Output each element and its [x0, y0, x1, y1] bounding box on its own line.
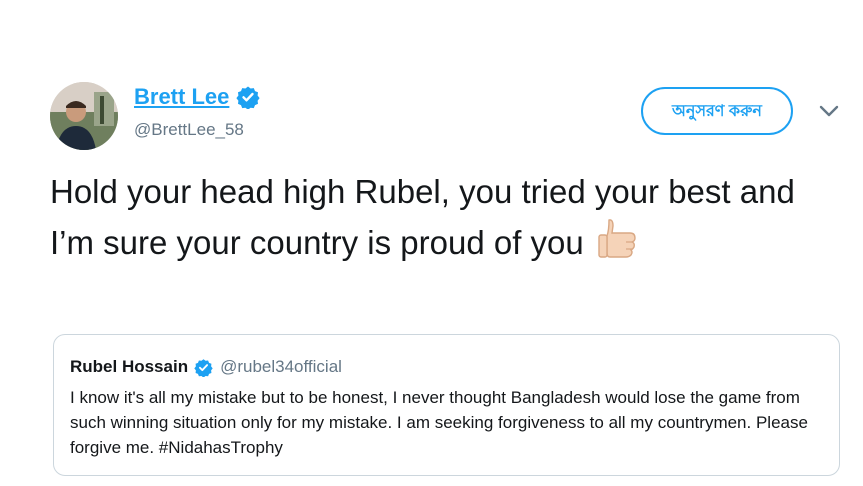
tweet-body: Hold your head high Rubel, you tried you… — [50, 173, 795, 261]
author-handle[interactable]: @BrettLee_58 — [134, 120, 244, 140]
quoted-author-handle: @rubel34official — [220, 357, 342, 376]
follow-button[interactable]: অনুসরণ করুন — [641, 87, 793, 135]
quoted-tweet-header: Rubel Hossain @rubel34official — [70, 357, 342, 377]
quoted-author-name: Rubel Hossain — [70, 357, 189, 376]
tweet-card: Brett Lee @BrettLee_58 অনুসরণ করুন Hold … — [0, 0, 863, 486]
avatar-photo — [50, 82, 118, 150]
author-name-row: Brett Lee — [134, 84, 260, 110]
chevron-down-icon[interactable] — [818, 104, 840, 118]
verified-badge-icon — [236, 86, 260, 109]
avatar[interactable] — [50, 82, 118, 150]
tweet-text: Hold your head high Rubel, you tried you… — [50, 168, 820, 267]
quoted-tweet[interactable]: Rubel Hossain @rubel34official I know it… — [53, 334, 840, 476]
author-display-name[interactable]: Brett Lee — [134, 84, 229, 110]
quoted-tweet-text: I know it's all my mistake but to be hon… — [70, 388, 808, 457]
thumbs-up-icon — [598, 219, 636, 258]
verified-badge-icon — [194, 358, 213, 377]
